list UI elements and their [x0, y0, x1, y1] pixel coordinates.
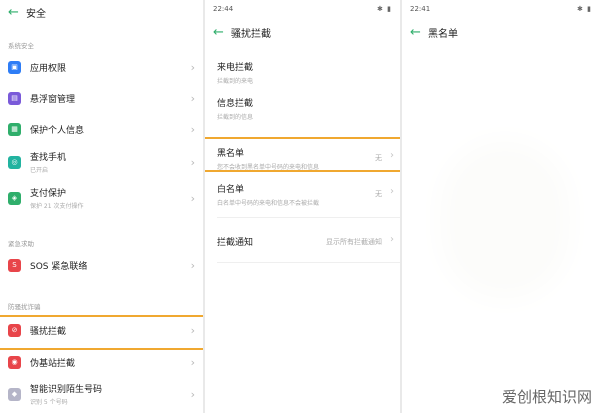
security-header: ← 安全 — [0, 0, 203, 24]
watermark-text: 爱创根知识网 — [501, 388, 592, 406]
status-bar: 22:44 ✱ ▮ — [205, 0, 400, 17]
divider — [217, 217, 400, 218]
item-message-block[interactable]: 信息拦截 拦截到的信息 — [205, 96, 400, 121]
status-icons: ✱ ▮ — [577, 4, 592, 13]
sos-icon: S — [8, 258, 21, 272]
chevron-right-icon: › — [190, 355, 195, 369]
section-label-fraud: 防骚扰诈骗 — [8, 303, 41, 311]
settings-item-fake-base-station[interactable]: ◉ 伪基站拦截 › — [0, 352, 203, 372]
item-whitelist[interactable]: 白名单 白名单中号码的来电和信息不会被拦截 无 › — [205, 182, 400, 207]
item-label: SOS 紧急联络 — [30, 261, 88, 272]
chevron-right-icon: › — [390, 234, 394, 245]
item-label: 骚扰拦截 — [30, 326, 67, 337]
section-label-emergency: 紧急求助 — [8, 240, 34, 248]
settings-item-app-permissions[interactable]: ▣ 应用权限 › — [0, 57, 203, 77]
item-subtitle: 白名单中号码的来电和信息不会被拦截 — [217, 200, 320, 207]
item-block-notification[interactable]: 拦截通知 显示所有拦截通知 › — [205, 234, 400, 248]
highlight-line-bottom — [0, 348, 203, 350]
item-title: 来电拦截 — [217, 63, 254, 73]
status-time: 22:44 — [213, 4, 234, 13]
status-bar: 22:41 ✱ ▮ — [402, 0, 600, 17]
shield-icon: ◈ — [8, 191, 21, 205]
settings-item-personal-info[interactable]: ▦ 保护个人信息 › — [0, 119, 203, 139]
chevron-right-icon: › — [190, 122, 195, 136]
section-label-system: 系统安全 — [8, 42, 34, 50]
empty-state-area — [460, 160, 550, 280]
item-blacklist[interactable]: 黑名单 您不会收到黑名单中号码的来电和信息 无 › — [205, 146, 400, 171]
item-value: 无 — [375, 190, 382, 198]
back-arrow-icon[interactable]: ← — [410, 25, 428, 40]
caller-id-icon: ◆ — [8, 387, 21, 401]
chevron-right-icon: › — [190, 91, 195, 105]
item-subtitle: 识别 5 个号码 — [30, 399, 68, 406]
item-value: 显示所有拦截通知 — [326, 238, 382, 246]
chevron-right-icon: › — [390, 186, 394, 197]
floating-window-icon: ▤ — [8, 91, 21, 105]
settings-item-payment-protection[interactable]: ◈ 支付保护 保护 21 次支付操作 › — [0, 186, 203, 210]
locate-icon: ◎ — [8, 155, 21, 169]
settings-item-sos[interactable]: S SOS 紧急联络 › — [0, 255, 203, 275]
blacklist-panel: 22:41 ✱ ▮ ← 黑名单 爱创根知识网 — [402, 0, 600, 413]
item-value: 无 — [375, 154, 382, 162]
item-subtitle: 已开启 — [30, 167, 49, 174]
item-subtitle: 拦截到的信息 — [217, 114, 254, 121]
item-title: 白名单 — [217, 185, 245, 195]
antenna-icon: ◉ — [8, 355, 21, 369]
chevron-right-icon: › — [190, 323, 195, 337]
settings-item-find-phone[interactable]: ◎ 查找手机 已开启 › — [0, 150, 203, 174]
status-icons: ✱ ▮ — [377, 4, 392, 13]
blacklist-header: ← 黑名单 — [402, 17, 600, 47]
harassment-header: ← 骚扰拦截 — [205, 17, 400, 47]
app-permission-icon: ▣ — [8, 60, 21, 74]
privacy-icon: ▦ — [8, 122, 21, 136]
item-title: 信息拦截 — [217, 99, 254, 109]
page-title: 骚扰拦截 — [231, 28, 271, 40]
item-label: 查找手机 — [30, 153, 67, 163]
chevron-right-icon: › — [390, 150, 394, 161]
chevron-right-icon: › — [190, 155, 195, 169]
block-icon: ⊘ — [8, 323, 21, 337]
item-call-block[interactable]: 来电拦截 拦截到的来电 — [205, 60, 400, 85]
item-label: 支付保护 — [30, 189, 67, 199]
settings-item-floating-window[interactable]: ▤ 悬浮窗管理 › — [0, 88, 203, 108]
chevron-right-icon: › — [190, 387, 195, 401]
back-arrow-icon[interactable]: ← — [8, 5, 26, 20]
page-title: 黑名单 — [428, 28, 458, 40]
item-label: 应用权限 — [30, 63, 67, 74]
settings-item-harassment-block[interactable]: ⊘ 骚扰拦截 › — [0, 320, 203, 340]
item-label: 伪基站拦截 — [30, 358, 76, 369]
highlight-line-top — [0, 315, 203, 317]
item-subtitle: 保护 21 次支付操作 — [30, 203, 84, 210]
divider — [217, 262, 400, 263]
item-title: 黑名单 — [217, 149, 245, 159]
status-time: 22:41 — [410, 4, 431, 13]
item-label: 保护个人信息 — [30, 125, 85, 136]
highlight-line-top — [205, 137, 400, 139]
back-arrow-icon[interactable]: ← — [213, 25, 231, 40]
page-title: 安全 — [26, 8, 46, 20]
chevron-right-icon: › — [190, 191, 195, 205]
security-panel: ← 安全 系统安全 ▣ 应用权限 › ▤ 悬浮窗管理 › ▦ 保护个人信息 › … — [0, 0, 203, 413]
item-label: 悬浮窗管理 — [30, 94, 76, 105]
item-label: 智能识别陌生号码 — [30, 385, 103, 395]
chevron-right-icon: › — [190, 258, 195, 272]
settings-item-smart-caller-id[interactable]: ◆ 智能识别陌生号码 识别 5 个号码 › — [0, 382, 203, 406]
highlight-line-bottom — [205, 170, 400, 172]
harassment-block-panel: 22:44 ✱ ▮ ← 骚扰拦截 来电拦截 拦截到的来电 信息拦截 拦截到的信息… — [205, 0, 400, 413]
chevron-right-icon: › — [190, 60, 195, 74]
item-subtitle: 拦截到的来电 — [217, 78, 254, 85]
